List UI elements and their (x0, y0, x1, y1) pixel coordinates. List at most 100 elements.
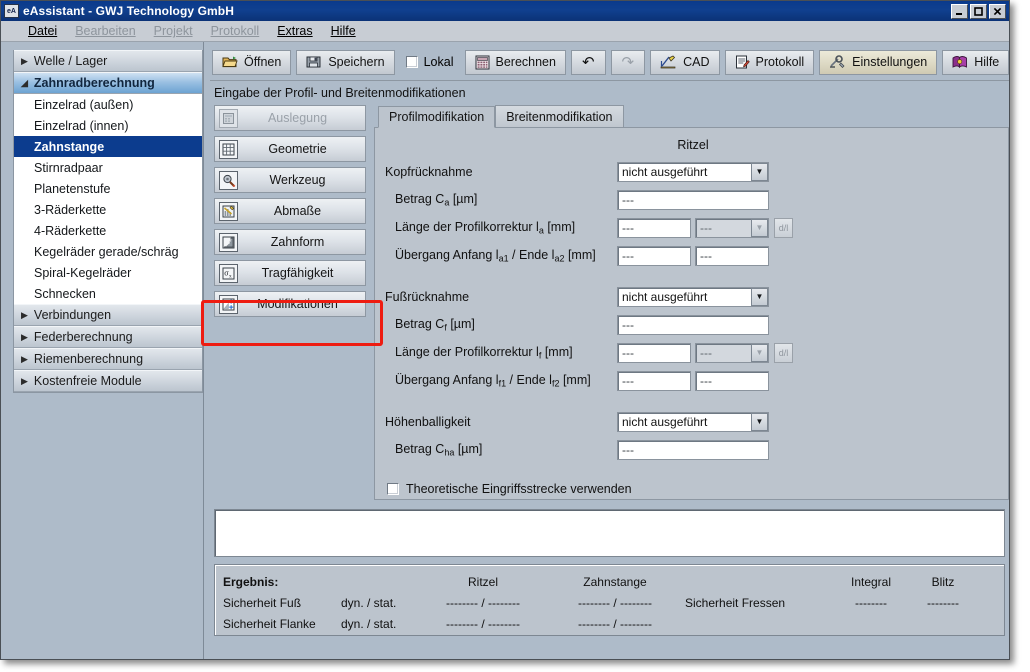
label-laenge-lf: Länge der Profilkorrektur lf [mm] (395, 344, 573, 361)
kopfruecknahme-dropdown[interactable]: nicht ausgeführt ▼ (617, 161, 769, 182)
window-controls (951, 3, 1007, 19)
menu-hilfe[interactable]: Hilfe (322, 22, 365, 40)
sidebar-group-federberechnung[interactable]: ▶ Federberechnung (14, 326, 202, 348)
module-button-geometrie[interactable]: Geometrie (214, 136, 366, 162)
hoehenballigkeit-dropdown-value: nicht ausgeführt (622, 414, 708, 429)
laenge-la-dl-button[interactable]: d/l (774, 217, 793, 238)
grid-icon (219, 139, 238, 159)
maximize-icon[interactable] (970, 3, 987, 19)
sidebar-item-schnecken[interactable]: Schnecken (14, 283, 202, 304)
help-book-icon (952, 55, 968, 69)
laenge-lf-dropdown[interactable]: --- ▼ (695, 342, 769, 363)
main-pane: Öffnen Speichern Lokal Berechnen ↶ ↷ CAD… (204, 42, 1009, 659)
tab-profilmodifikation[interactable]: Profilmodifikation (378, 106, 496, 128)
menu-bearbeiten-label: Bearbeiten (75, 24, 136, 38)
sidebar-list: ▶ Welle / Lager ◢ Zahnradberechnung Einz… (13, 50, 203, 393)
laenge-la-input[interactable]: --- (617, 217, 691, 238)
module-button-abmasse[interactable]: Abmaße (214, 198, 366, 224)
sidebar-item-4-raederkette[interactable]: 4-Räderkette (14, 220, 202, 241)
laenge-la-dropdown[interactable]: --- ▼ (695, 217, 769, 238)
chevron-down-icon[interactable]: ▼ (751, 218, 768, 237)
module-button-label: Auslegung (267, 111, 328, 125)
local-checkbox[interactable] (405, 56, 418, 68)
uebergang-la1-input[interactable]: --- (617, 245, 691, 266)
result-header-zahnstange: Zahnstange (583, 574, 647, 589)
hoehenballigkeit-dropdown[interactable]: nicht ausgeführt ▼ (617, 411, 769, 432)
sidebar-item-spiral-kegelraeder[interactable]: Spiral-Kegelräder (14, 262, 202, 283)
module-button-werkzeug[interactable]: Werkzeug (214, 167, 366, 193)
module-button-label: Geometrie (268, 142, 327, 156)
sidebar-item-einzelrad-innen[interactable]: Einzelrad (innen) (14, 115, 202, 136)
settings-button[interactable]: Einstellungen (819, 49, 938, 75)
sidebar-item-stirnradpaar[interactable]: Stirnradpaar (14, 157, 202, 178)
row-kopfruecknahme: Kopfrücknahme nicht ausgeführt ▼ (385, 159, 994, 184)
menu-bearbeiten[interactable]: Bearbeiten (66, 22, 144, 40)
chevron-down-icon[interactable]: ▼ (751, 287, 768, 306)
module-button-zahnform[interactable]: Zahnform (214, 229, 366, 255)
chevron-down-icon[interactable]: ▼ (751, 343, 768, 362)
label-betrag-cha: Betrag Cha [µm] (395, 441, 483, 458)
close-icon[interactable] (989, 3, 1006, 19)
module-button-tragfaehigkeit[interactable]: σx Tragfähigkeit (214, 260, 366, 286)
menu-protokoll-label: Protokoll (210, 24, 260, 38)
sidebar-group-welle-lager[interactable]: ▶ Welle / Lager (14, 50, 202, 72)
menu-protokoll[interactable]: Protokoll (202, 22, 269, 40)
chevron-down-icon[interactable]: ▼ (751, 162, 768, 181)
label-fussruecknahme: Fußrücknahme (385, 289, 470, 304)
calculate-button[interactable]: Berechnen (464, 49, 566, 75)
result-title: Ergebnis: (223, 574, 279, 589)
sidebar-item-planetenstufe[interactable]: Planetenstufe (14, 178, 202, 199)
betrag-cha-input[interactable]: --- (617, 439, 769, 460)
sidebar-group-label: Riemenberechnung (33, 352, 144, 366)
uebergang-la2-input[interactable]: --- (695, 245, 769, 266)
help-button[interactable]: Hilfe (942, 49, 1009, 75)
laenge-lf-input[interactable]: --- (617, 342, 691, 363)
undo-button[interactable]: ↶ (570, 49, 606, 75)
sidebar-group-zahnradberechnung[interactable]: ◢ Zahnradberechnung (14, 72, 202, 94)
row-theoretische-eingriffsstrecke[interactable]: Theoretische Eingriffsstrecke verwenden (385, 482, 994, 496)
uebergang-lf1-input[interactable]: --- (617, 370, 691, 391)
menu-projekt[interactable]: Projekt (145, 22, 202, 40)
betrag-ca-input[interactable]: --- (617, 189, 769, 210)
module-button-auslegung[interactable]: Auslegung (214, 105, 366, 131)
module-button-label: Modifikationen (257, 297, 338, 311)
sigma-x-icon: σx (219, 263, 238, 283)
result-header-integral: Integral (850, 574, 892, 589)
menu-projekt-label: Projekt (153, 24, 193, 38)
sidebar-item-kegelraeder[interactable]: Kegelräder gerade/schräg (14, 241, 202, 262)
result-row-mode: dyn. / stat. (341, 595, 397, 610)
save-button[interactable]: Speichern (296, 49, 395, 75)
module-button-modifikationen[interactable]: Modifikationen (214, 291, 366, 317)
result-row-sicherheit-fuss: Sicherheit Fuß dyn. / stat. -------- / -… (223, 592, 994, 613)
cad-button[interactable]: CAD (650, 49, 720, 75)
result-row-fressen-label: Sicherheit Fressen (685, 595, 786, 610)
menu-extras-label: Extras (277, 24, 313, 38)
fussruecknahme-dropdown[interactable]: nicht ausgeführt ▼ (617, 286, 769, 307)
chevron-down-icon[interactable]: ▼ (751, 412, 768, 431)
theoretische-eingriffsstrecke-checkbox[interactable] (387, 483, 399, 495)
tab-breitenmodifikation[interactable]: Breitenmodifikation (495, 105, 624, 127)
result-header-row: Ergebnis: Ritzel Zahnstange Integral Bli… (223, 571, 994, 592)
notes-field[interactable] (214, 509, 1006, 557)
menu-datei[interactable]: Datei (19, 22, 66, 40)
result-row-ritzel-value: -------- / -------- (446, 616, 520, 631)
protocol-button[interactable]: Protokoll (724, 49, 815, 75)
kopfruecknahme-dropdown-value: nicht ausgeführt (622, 164, 708, 179)
uebergang-lf2-input[interactable]: --- (695, 370, 769, 391)
open-button[interactable]: Öffnen (212, 49, 292, 75)
menu-extras[interactable]: Extras (268, 22, 321, 40)
sidebar-group-kostenfreie-module[interactable]: ▶ Kostenfreie Module (14, 370, 202, 392)
minimize-icon[interactable] (951, 3, 968, 19)
sidebar-group-riemenberechnung[interactable]: ▶ Riemenberechnung (14, 348, 202, 370)
betrag-cf-input[interactable]: --- (617, 314, 769, 335)
module-button-label: Abmaße (273, 204, 322, 218)
sidebar-item-3-raederkette[interactable]: 3-Räderkette (14, 199, 202, 220)
undo-icon: ↶ (581, 53, 595, 71)
local-checkbox-row[interactable]: Lokal (400, 55, 460, 69)
redo-button[interactable]: ↷ (610, 49, 646, 75)
sidebar-item-zahnstange[interactable]: Zahnstange (14, 136, 202, 157)
sidebar-group-label: Federberechnung (33, 330, 133, 344)
sidebar-item-einzelrad-aussen[interactable]: Einzelrad (außen) (14, 94, 202, 115)
laenge-lf-dl-button[interactable]: d/l (774, 342, 793, 363)
sidebar-group-verbindungen[interactable]: ▶ Verbindungen (14, 304, 202, 326)
